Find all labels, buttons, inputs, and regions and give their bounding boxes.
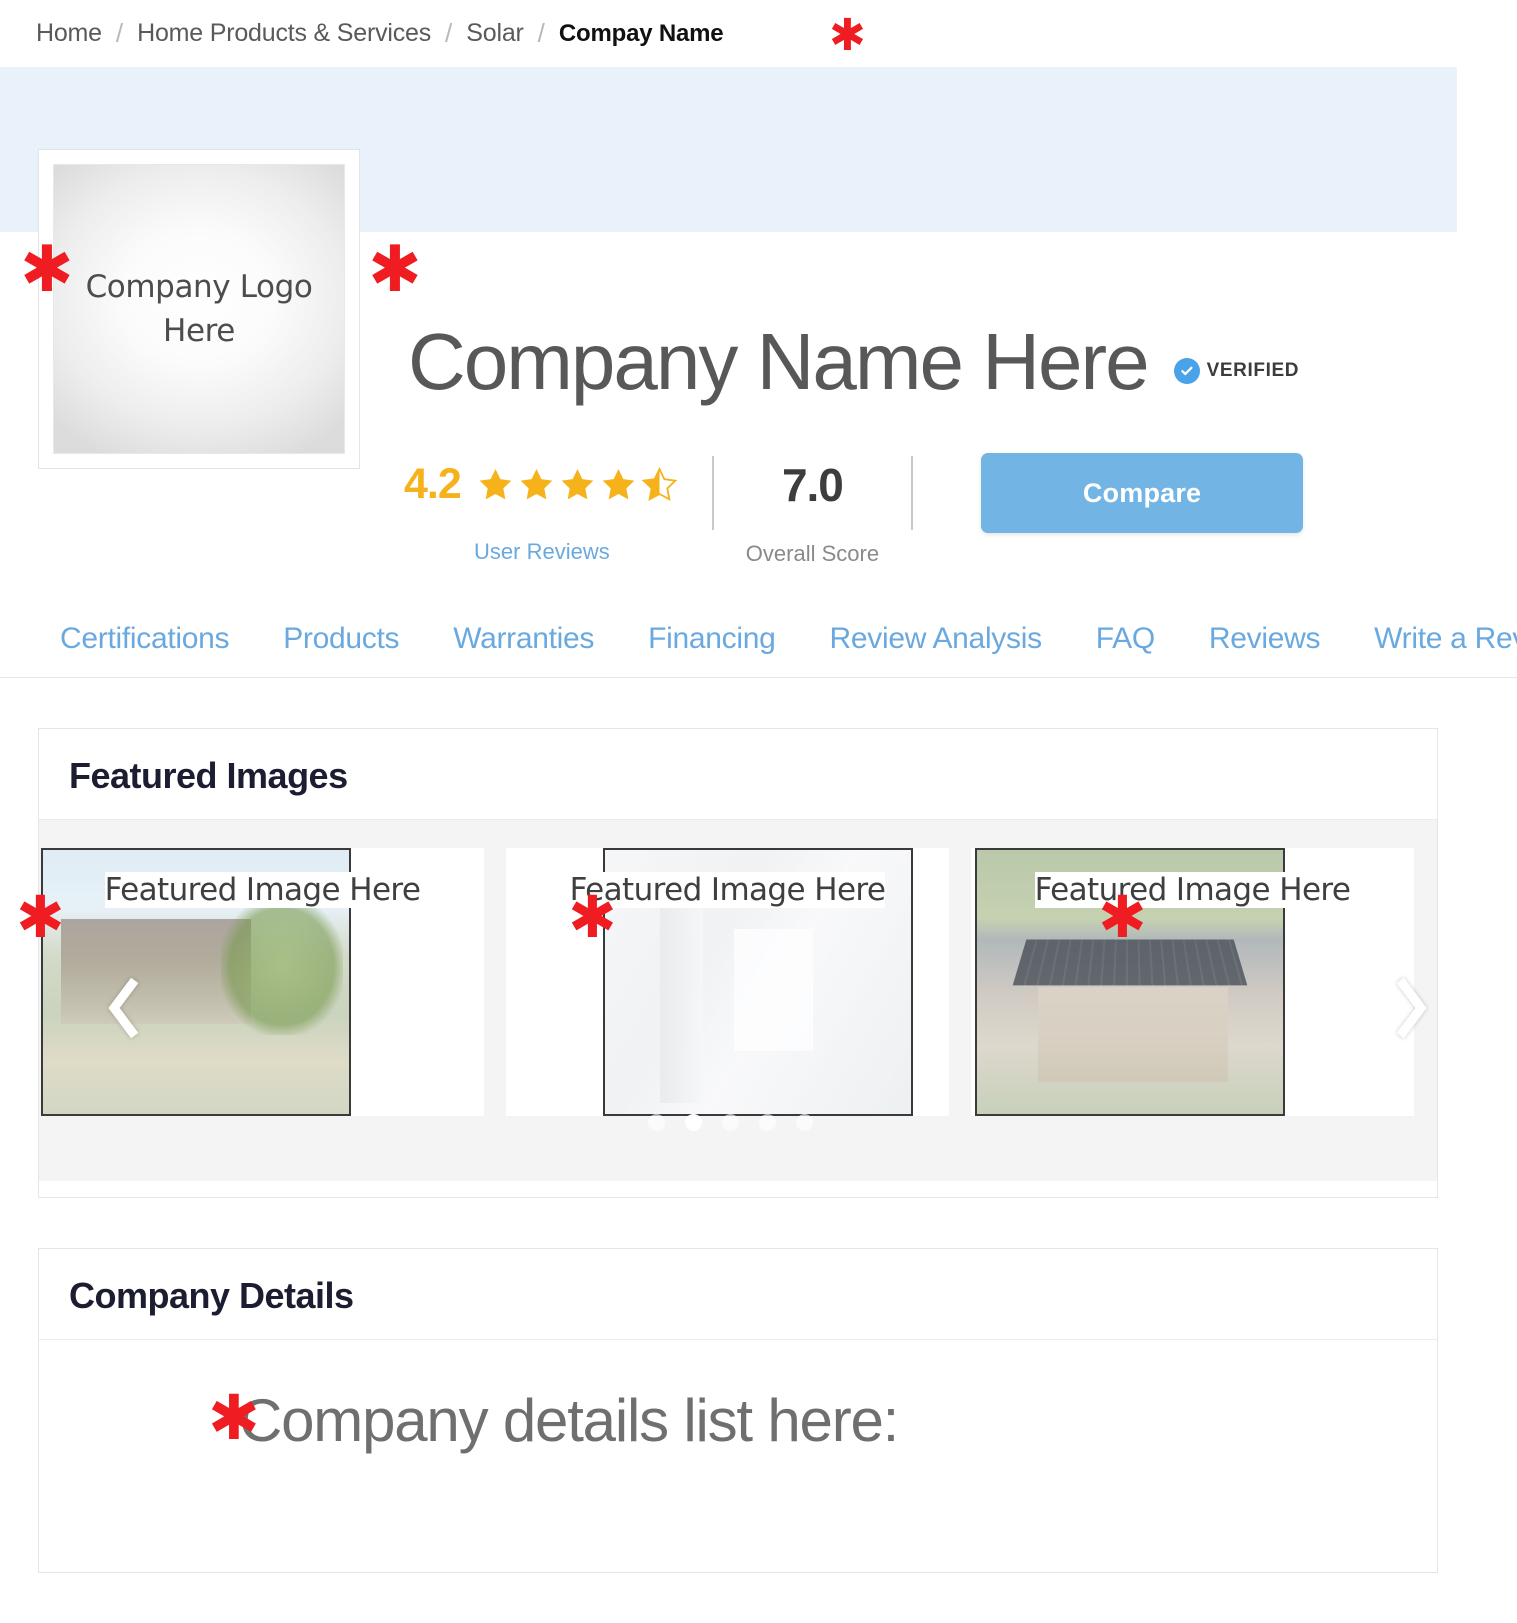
tab-warranties[interactable]: Warranties	[453, 622, 594, 656]
compare-button[interactable]: Compare	[981, 453, 1304, 533]
featured-image-2[interactable]	[603, 848, 913, 1116]
tab-review-analysis[interactable]: Review Analysis	[830, 622, 1043, 656]
star-full-icon	[561, 468, 594, 499]
overall-score-label: Overall Score	[745, 540, 880, 566]
star-half-icon	[641, 466, 678, 501]
company-details-text: Company details list here:	[239, 1387, 899, 1454]
rating-line: 4.2	[404, 463, 680, 506]
carousel-pagination-dots	[648, 1114, 813, 1131]
rating-value: 4.2	[404, 460, 462, 508]
overall-score-group: 7.0 Overall Score	[746, 462, 879, 567]
carousel-dot-active[interactable]	[685, 1114, 702, 1131]
breadcrumb-separator: /	[537, 18, 545, 48]
carousel-slide[interactable]: Featured Image Here	[971, 848, 1414, 1116]
tab-products[interactable]: Products	[283, 622, 399, 656]
star-full-icon	[520, 468, 553, 499]
company-logo-box[interactable]: Company Logo Here	[38, 149, 360, 469]
company-logo-placeholder: Company Logo Here	[53, 164, 345, 454]
company-details-panel: Company Details Company details list her…	[38, 1248, 1438, 1573]
tab-reviews[interactable]: Reviews	[1209, 622, 1321, 656]
breadcrumb-separator: /	[115, 18, 124, 48]
carousel-slides: Featured Image Here Featured Image Here …	[39, 848, 1437, 1116]
company-logo-label: Company Logo Here	[85, 268, 313, 349]
breadcrumb-separator: /	[445, 18, 453, 48]
carousel-dot[interactable]	[722, 1114, 739, 1131]
breadcrumb-item-company-name: Compay Name	[558, 19, 724, 47]
star-full-icon	[479, 468, 512, 499]
company-header: Company Logo Here Company Name Here VERI…	[0, 67, 1517, 566]
company-details-title: Company Details	[69, 1275, 354, 1316]
tab-faq[interactable]: FAQ	[1096, 622, 1155, 656]
company-stats-row: 4.2 User Reviews 7.0 Overall Score Compa…	[404, 453, 1304, 575]
photo-house-exterior	[43, 850, 349, 1114]
breadcrumb-item-home[interactable]: Home	[36, 19, 102, 48]
carousel-dot[interactable]	[648, 1114, 665, 1131]
stats-divider	[711, 456, 714, 530]
breadcrumb: Home / Home Products & Services / Solar …	[0, 0, 1517, 67]
chevron-right-icon[interactable]	[1394, 978, 1430, 1038]
breadcrumb-item-home-products-services[interactable]: Home Products & Services	[137, 19, 431, 48]
verified-badge-group: VERIFIED	[1173, 358, 1300, 384]
company-details-body: Company details list here:	[39, 1340, 1437, 1455]
verified-check-icon	[1173, 358, 1200, 384]
star-rating-icons	[475, 465, 680, 505]
photo-interior-white	[605, 850, 911, 1114]
star-full-icon	[602, 468, 635, 499]
overall-score-value: 7.0	[781, 458, 844, 511]
tab-write-a-review[interactable]: Write a Review	[1374, 622, 1517, 656]
user-rating-group: 4.2 User Reviews	[404, 463, 680, 565]
stats-divider	[911, 456, 914, 530]
verified-label: VERIFIED	[1206, 360, 1300, 381]
user-reviews-link[interactable]: User Reviews	[474, 539, 610, 565]
breadcrumb-item-solar[interactable]: Solar	[466, 19, 524, 48]
section-nav-tabs: Certifications Products Warranties Finan…	[0, 600, 1517, 678]
featured-image-3[interactable]	[975, 848, 1285, 1116]
carousel-slide[interactable]: Featured Image Here	[506, 848, 949, 1116]
photo-house-with-solar-panels	[977, 850, 1283, 1114]
chevron-left-icon[interactable]	[105, 978, 141, 1038]
company-name-title: Company Name Here	[408, 317, 1150, 406]
tab-certifications[interactable]: Certifications	[60, 622, 230, 656]
carousel-dot[interactable]	[796, 1114, 813, 1131]
featured-images-title: Featured Images	[69, 755, 348, 796]
featured-image-1[interactable]	[41, 848, 351, 1116]
carousel-dot[interactable]	[759, 1114, 776, 1131]
tab-financing[interactable]: Financing	[648, 622, 776, 656]
company-title-row: Company Name Here VERIFIED	[408, 322, 1299, 402]
